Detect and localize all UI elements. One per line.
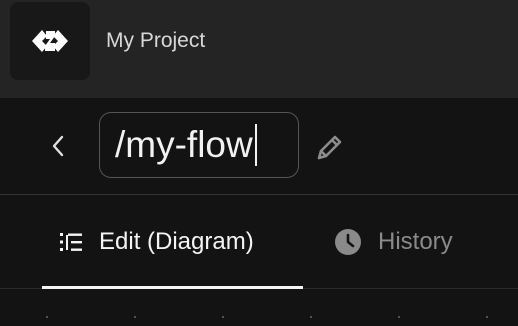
- diagram-canvas[interactable]: [0, 289, 518, 326]
- grid-dot: [134, 316, 136, 318]
- project-logo[interactable]: [10, 2, 90, 80]
- tab-history-label: History: [378, 227, 453, 255]
- grid-dot: [46, 316, 48, 318]
- flow-name-input[interactable]: /my-flow: [99, 112, 299, 178]
- flow-title-row: /my-flow: [0, 98, 518, 195]
- tab-edit-label: Edit (Diagram): [99, 227, 254, 255]
- text-caret: [254, 124, 257, 166]
- grid-dot: [310, 316, 312, 318]
- grid-dot: [486, 316, 488, 318]
- grid-dot: [222, 316, 224, 318]
- grid-dot: [398, 316, 400, 318]
- rename-flow-button[interactable]: [312, 128, 348, 166]
- project-name[interactable]: My Project: [106, 28, 205, 54]
- project-header: My Project: [0, 0, 518, 98]
- clock-icon: [334, 228, 362, 256]
- view-tabs: Edit (Diagram) History: [0, 195, 518, 289]
- list-tree-icon: [57, 230, 85, 254]
- pencil-icon: [317, 135, 342, 160]
- brand-logo-icon: [32, 30, 68, 52]
- app-window: My Project /my-flow Edit (Diagram) Histo…: [0, 0, 518, 326]
- flow-name-text: /my-flow: [115, 124, 253, 165]
- tab-history[interactable]: History: [334, 195, 453, 288]
- chevron-left-icon: [52, 135, 64, 157]
- back-button[interactable]: [40, 126, 76, 166]
- tab-edit-diagram[interactable]: Edit (Diagram): [42, 195, 303, 289]
